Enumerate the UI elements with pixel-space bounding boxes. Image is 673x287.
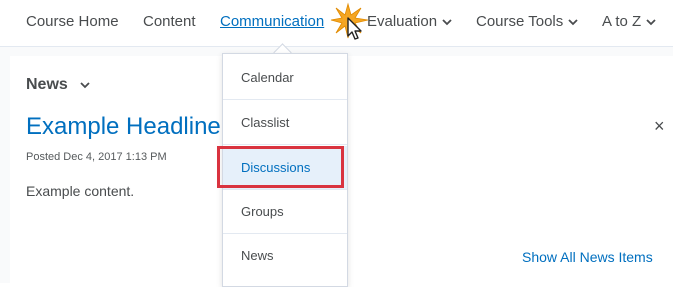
news-widget-title-label: News xyxy=(26,76,68,93)
discussions-highlight-box xyxy=(217,146,344,188)
nav-a-to-z-label: A to Z xyxy=(602,13,642,30)
chevron-down-icon xyxy=(568,19,578,26)
news-posted-date: Posted Dec 4, 2017 1:13 PM xyxy=(26,151,167,163)
news-body: Example content. xyxy=(26,183,135,199)
chevron-down-icon xyxy=(442,19,452,26)
nav-course-home[interactable]: Course Home xyxy=(26,12,119,32)
mouse-pointer-icon xyxy=(330,2,369,40)
nav-a-to-z[interactable]: A to Z xyxy=(602,12,656,32)
nav-course-tools[interactable]: Course Tools xyxy=(476,12,578,32)
close-icon[interactable]: × xyxy=(654,116,665,136)
menu-item-classlist[interactable]: Classlist xyxy=(223,101,347,145)
nav-evaluation-label: Evaluation xyxy=(367,13,438,30)
news-widget-title[interactable]: News xyxy=(26,75,90,95)
nav-content-label: Content xyxy=(143,13,196,30)
menu-item-news[interactable]: News xyxy=(223,234,347,278)
menu-item-calendar[interactable]: Calendar xyxy=(223,56,347,100)
show-all-news-link[interactable]: Show All News Items xyxy=(522,248,653,266)
nav-content[interactable]: Content xyxy=(143,12,196,32)
nav-evaluation[interactable]: Evaluation xyxy=(367,12,452,32)
chevron-down-icon xyxy=(646,19,656,26)
nav-communication[interactable]: Communication xyxy=(220,12,324,32)
nav-course-tools-label: Course Tools xyxy=(476,13,564,30)
chevron-down-icon xyxy=(80,82,90,89)
nav-communication-label: Communication xyxy=(220,13,325,30)
menu-item-groups[interactable]: Groups xyxy=(223,190,347,234)
nav-course-home-label: Course Home xyxy=(26,13,119,30)
news-headline[interactable]: Example Headline xyxy=(26,112,221,142)
